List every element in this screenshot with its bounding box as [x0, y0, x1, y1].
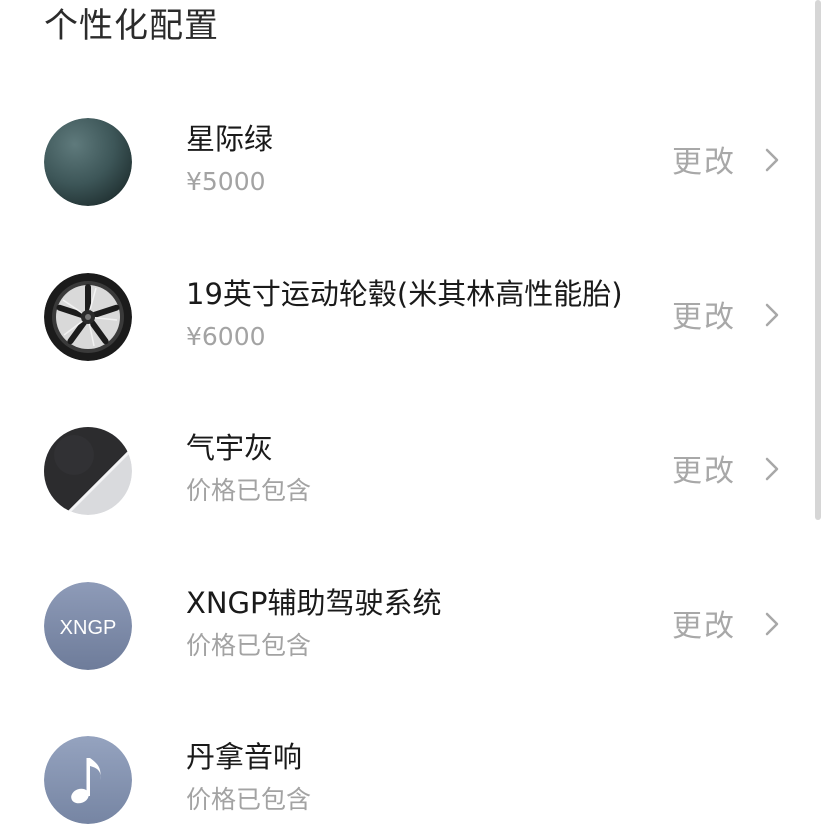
item-price: ¥6000: [186, 322, 266, 351]
item-name: 星际绿: [186, 122, 274, 156]
config-item-wheels: 19英寸运动轮毂(米其林高性能胎) ¥6000 更改: [0, 256, 812, 376]
item-name: 气宇灰: [186, 431, 274, 465]
xngp-badge-icon: XNGP: [44, 582, 132, 670]
change-label: 更改: [672, 145, 736, 180]
item-name: 19英寸运动轮毂(米其林高性能胎): [186, 277, 623, 311]
paint-color-swatch-icon: [44, 118, 132, 206]
change-button[interactable]: 更改: [672, 595, 792, 651]
chevron-right-icon: [765, 457, 779, 481]
config-item-interior: 气宇灰 价格已包含 更改: [0, 410, 812, 530]
item-price: 价格已包含: [186, 476, 312, 505]
chevron-right-icon: [765, 303, 779, 327]
change-label: 更改: [672, 454, 736, 489]
item-price: ¥5000: [186, 167, 266, 196]
change-button[interactable]: 更改: [672, 131, 792, 187]
change-label: 更改: [672, 609, 736, 644]
item-price: 价格已包含: [186, 631, 312, 660]
wheel-icon: [44, 273, 132, 361]
xngp-badge-text: XNGP: [60, 617, 117, 639]
change-button[interactable]: 更改: [672, 286, 792, 342]
config-item-paint: 星际绿 ¥5000 更改: [0, 101, 812, 221]
item-price: 价格已包含: [186, 785, 312, 814]
item-name: XNGP辅助驾驶系统: [186, 586, 442, 620]
page-title: 个性化配置: [44, 6, 219, 46]
chevron-right-icon: [765, 148, 779, 172]
config-item-audio: 丹拿音响 价格已包含: [0, 719, 812, 839]
item-name: 丹拿音响: [186, 740, 303, 774]
change-button[interactable]: 更改: [672, 440, 792, 496]
scrollbar[interactable]: [815, 0, 821, 520]
change-label: 更改: [672, 300, 736, 335]
music-note-icon: [44, 736, 132, 824]
interior-swatch-icon: [44, 427, 132, 515]
config-item-xngp: XNGP XNGP辅助驾驶系统 价格已包含 更改: [0, 565, 812, 685]
chevron-right-icon: [765, 612, 779, 636]
